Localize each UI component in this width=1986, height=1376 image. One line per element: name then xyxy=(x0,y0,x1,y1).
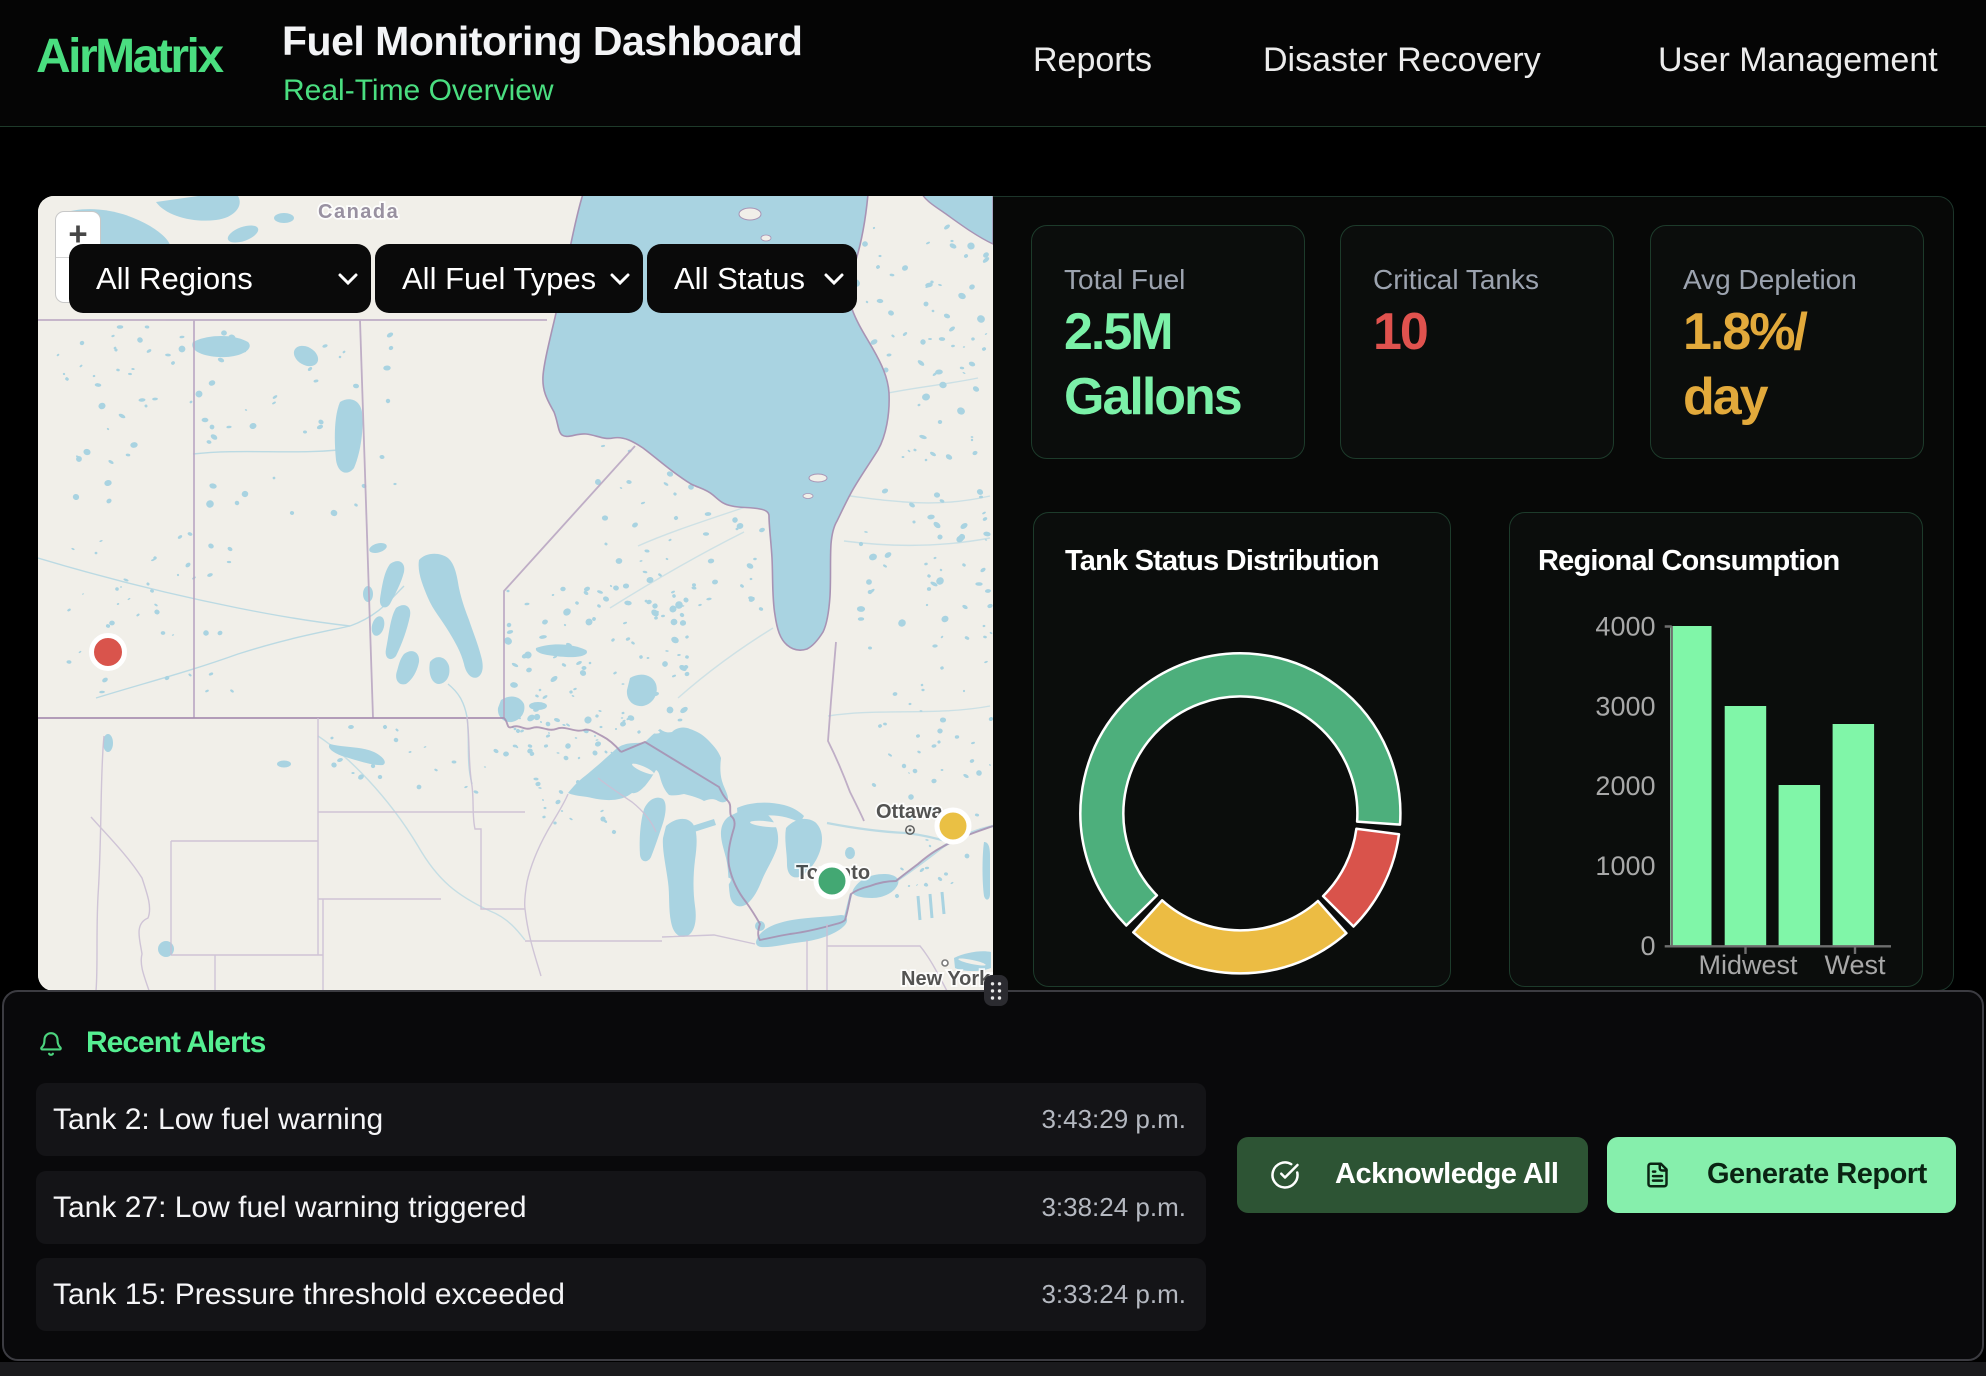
svg-text:0: 0 xyxy=(1640,931,1655,961)
svg-text:4000: 4000 xyxy=(1595,612,1655,642)
svg-text:New York: New York xyxy=(901,968,991,990)
svg-text:Canada: Canada xyxy=(318,201,399,223)
svg-text:3000: 3000 xyxy=(1595,692,1655,722)
svg-text:2000: 2000 xyxy=(1595,771,1655,801)
svg-text:Ottawa: Ottawa xyxy=(876,801,944,823)
svg-text:Midwest: Midwest xyxy=(1698,950,1798,980)
svg-text:1000: 1000 xyxy=(1595,851,1655,881)
svg-text:West: West xyxy=(1824,950,1886,980)
